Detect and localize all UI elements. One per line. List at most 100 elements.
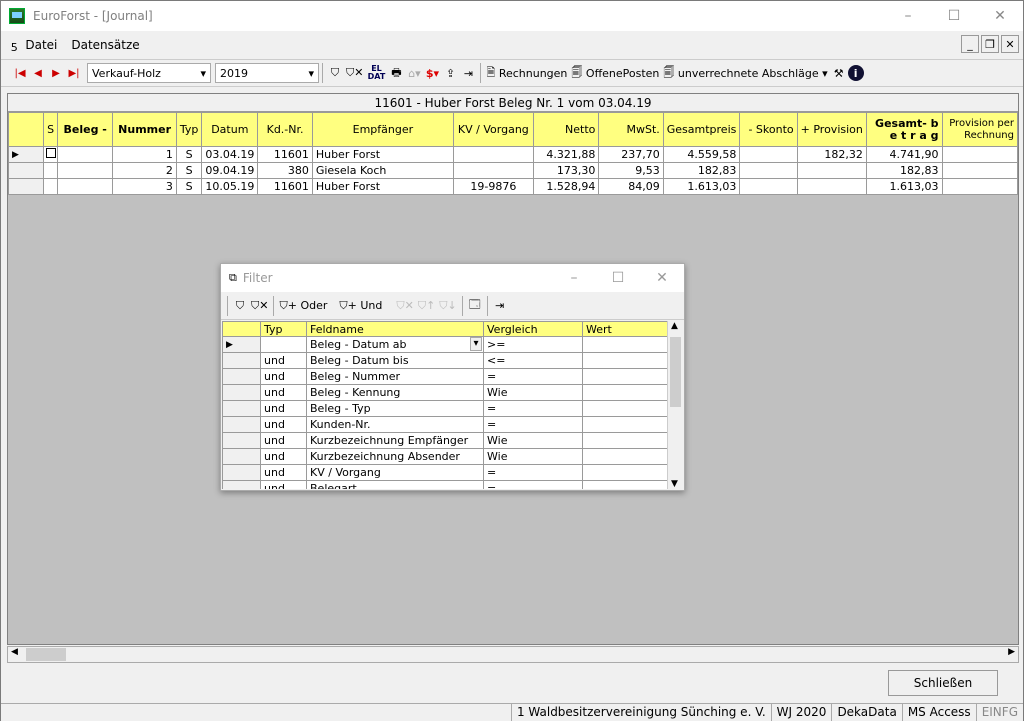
filter-cell[interactable]: und: [260, 384, 307, 401]
filter-row[interactable]: und Kurzbezeichnung Absender Wie: [222, 448, 671, 465]
column-header[interactable]: Netto: [532, 112, 600, 147]
filter-cell[interactable]: =: [483, 480, 583, 489]
filter-cell[interactable]: [582, 384, 671, 401]
table-row[interactable]: 3 S 10.05.19 11601 Huber Forst 19-9876 1.528,9…: [7, 178, 1018, 195]
filter-cell[interactable]: Wie: [483, 448, 583, 465]
filter-cell[interactable]: und: [260, 480, 307, 489]
column-header[interactable]: + Provision: [796, 112, 867, 147]
menu-datensaetze[interactable]: Datensätze: [71, 38, 139, 52]
export-icon[interactable]: ⇪: [441, 62, 459, 84]
close-window-button[interactable]: ✕: [977, 1, 1023, 31]
filter-row[interactable]: und Beleg - Typ =: [222, 400, 671, 417]
column-header[interactable]: KV / Vorgang: [452, 112, 534, 147]
table-row[interactable]: 2 S 09.04.19 380 Giesela Koch 173,30 9,53 182,8…: [7, 162, 1018, 179]
scrollbar-thumb[interactable]: [670, 337, 681, 407]
exit-icon[interactable]: ⇥: [459, 62, 477, 84]
filter-cell[interactable]: [582, 352, 671, 369]
filter-cell[interactable]: und: [260, 368, 307, 385]
filter-column-header[interactable]: Vergleich: [483, 321, 583, 337]
column-header[interactable]: Gesamt- b e t r a g: [865, 112, 943, 147]
filter-maximize-button[interactable]: ☐: [596, 264, 640, 292]
category-select[interactable]: Verkauf-Holz ▾: [87, 63, 211, 83]
horizontal-scrollbar[interactable]: ◀ ▶: [7, 646, 1019, 663]
rechnungen-button[interactable]: 🗎 Rechnungen: [484, 62, 569, 84]
filter-row[interactable]: und Kunden-Nr. =: [222, 416, 671, 433]
filter-cell[interactable]: und: [260, 432, 307, 449]
row-selector[interactable]: [222, 416, 261, 433]
eldat-icon[interactable]: EL DAT: [365, 62, 387, 84]
filter-row[interactable]: und Beleg - Kennung Wie: [222, 384, 671, 401]
column-header[interactable]: Kd.-Nr.: [257, 112, 313, 147]
chevron-down-icon[interactable]: ▾: [470, 337, 482, 351]
row-selector[interactable]: [222, 400, 261, 417]
maximize-button[interactable]: ☐: [931, 1, 977, 31]
filter-cell[interactable]: >=: [483, 336, 583, 353]
filter-column-header[interactable]: Typ: [260, 321, 307, 337]
column-header[interactable]: Provision per Rechnung: [941, 112, 1018, 147]
row-selector[interactable]: [222, 464, 261, 481]
filter-column-header[interactable]: Feldname: [306, 321, 484, 337]
filter-icon[interactable]: ⛉: [326, 62, 344, 84]
sparkasse-icon[interactable]: $▾: [423, 62, 441, 84]
filter-cell[interactable]: Beleg - Typ: [306, 400, 484, 417]
filter-cell[interactable]: [582, 336, 671, 353]
filter-row[interactable]: und Kurzbezeichnung Empfänger Wie: [222, 432, 671, 449]
filter-cell[interactable]: [582, 480, 671, 489]
info-icon[interactable]: i: [847, 65, 864, 81]
last-record-icon[interactable]: ▶|: [65, 62, 83, 84]
filter-row[interactable]: und KV / Vorgang =: [222, 464, 671, 481]
filter-cell[interactable]: Kunden-Nr.: [306, 416, 484, 433]
column-header[interactable]: Empfänger: [311, 112, 454, 147]
scroll-down-icon[interactable]: ▼: [671, 479, 678, 489]
filter-clear-icon[interactable]: ⛉✕: [344, 62, 365, 84]
filter-column-header[interactable]: Wert: [582, 321, 671, 337]
filter-cell[interactable]: Kurzbezeichnung Absender: [306, 448, 484, 465]
filter-minimize-button[interactable]: –: [552, 264, 596, 292]
row-selector[interactable]: [222, 352, 261, 369]
table-row[interactable]: ▶ 1 S 03.04.19 11601 Huber Forst 4.321,88 237,7…: [7, 146, 1018, 163]
year-select[interactable]: 2019 ▾: [215, 63, 319, 83]
column-header[interactable]: Gesamtpreis: [662, 112, 741, 147]
filter-row[interactable]: und Beleg - Datum bis <=: [222, 352, 671, 369]
filter-cell[interactable]: KV / Vorgang: [306, 464, 484, 481]
column-header[interactable]: Typ: [175, 112, 203, 147]
filter-cell[interactable]: und: [260, 352, 307, 369]
scroll-right-icon[interactable]: ▶: [1008, 647, 1015, 657]
offeneposten-button[interactable]: 🗐 OffenePosten: [569, 62, 661, 84]
filter-und-button[interactable]: ⛉+ Und: [337, 295, 384, 317]
column-header[interactable]: Beleg -: [57, 112, 114, 147]
filter-cell[interactable]: [582, 448, 671, 465]
menu-datei[interactable]: Datei: [25, 38, 57, 52]
next-record-icon[interactable]: ▶: [47, 62, 65, 84]
print-icon[interactable]: 🖶: [387, 62, 405, 84]
scrollbar-thumb[interactable]: [26, 648, 66, 661]
row-selector[interactable]: [7, 178, 45, 195]
filter-cell[interactable]: <=: [483, 352, 583, 369]
filter-cell[interactable]: Beleg - Nummer: [306, 368, 484, 385]
filter-cell[interactable]: =: [483, 400, 583, 417]
row-selector[interactable]: [222, 448, 261, 465]
filter-up-icon[interactable]: ⛉↑: [416, 295, 437, 317]
row-selector[interactable]: [222, 480, 261, 489]
column-header[interactable]: - Skonto: [739, 112, 798, 147]
filter-close-button[interactable]: ✕: [640, 264, 684, 292]
filter-cell[interactable]: und: [260, 464, 307, 481]
filter-row[interactable]: ▶ Beleg - Datum ab ▾ >=: [222, 336, 671, 353]
filter-cell[interactable]: [582, 400, 671, 417]
filter-remove-icon[interactable]: ⛉✕: [249, 295, 270, 317]
filter-cell[interactable]: [582, 416, 671, 433]
filter-cell[interactable]: [260, 336, 307, 353]
filter-cell[interactable]: und: [260, 400, 307, 417]
mdi-restore-button[interactable]: ❐: [981, 35, 999, 53]
scroll-up-icon[interactable]: ▲: [671, 321, 678, 331]
filter-cell[interactable]: Kurzbezeichnung Empfänger: [306, 432, 484, 449]
column-header[interactable]: Nummer: [112, 112, 177, 147]
filter-cell[interactable]: und: [260, 448, 307, 465]
schliessen-button[interactable]: Schließen: [888, 670, 998, 696]
mdi-close-button[interactable]: ✕: [1001, 35, 1019, 53]
filter-cell[interactable]: und: [260, 416, 307, 433]
filter-vertical-scrollbar[interactable]: ▲ ▼: [667, 321, 683, 489]
filter-cell[interactable]: [582, 464, 671, 481]
filter-cell[interactable]: Belegart: [306, 480, 484, 489]
filter-save-icon[interactable]: 🗔: [466, 295, 484, 317]
